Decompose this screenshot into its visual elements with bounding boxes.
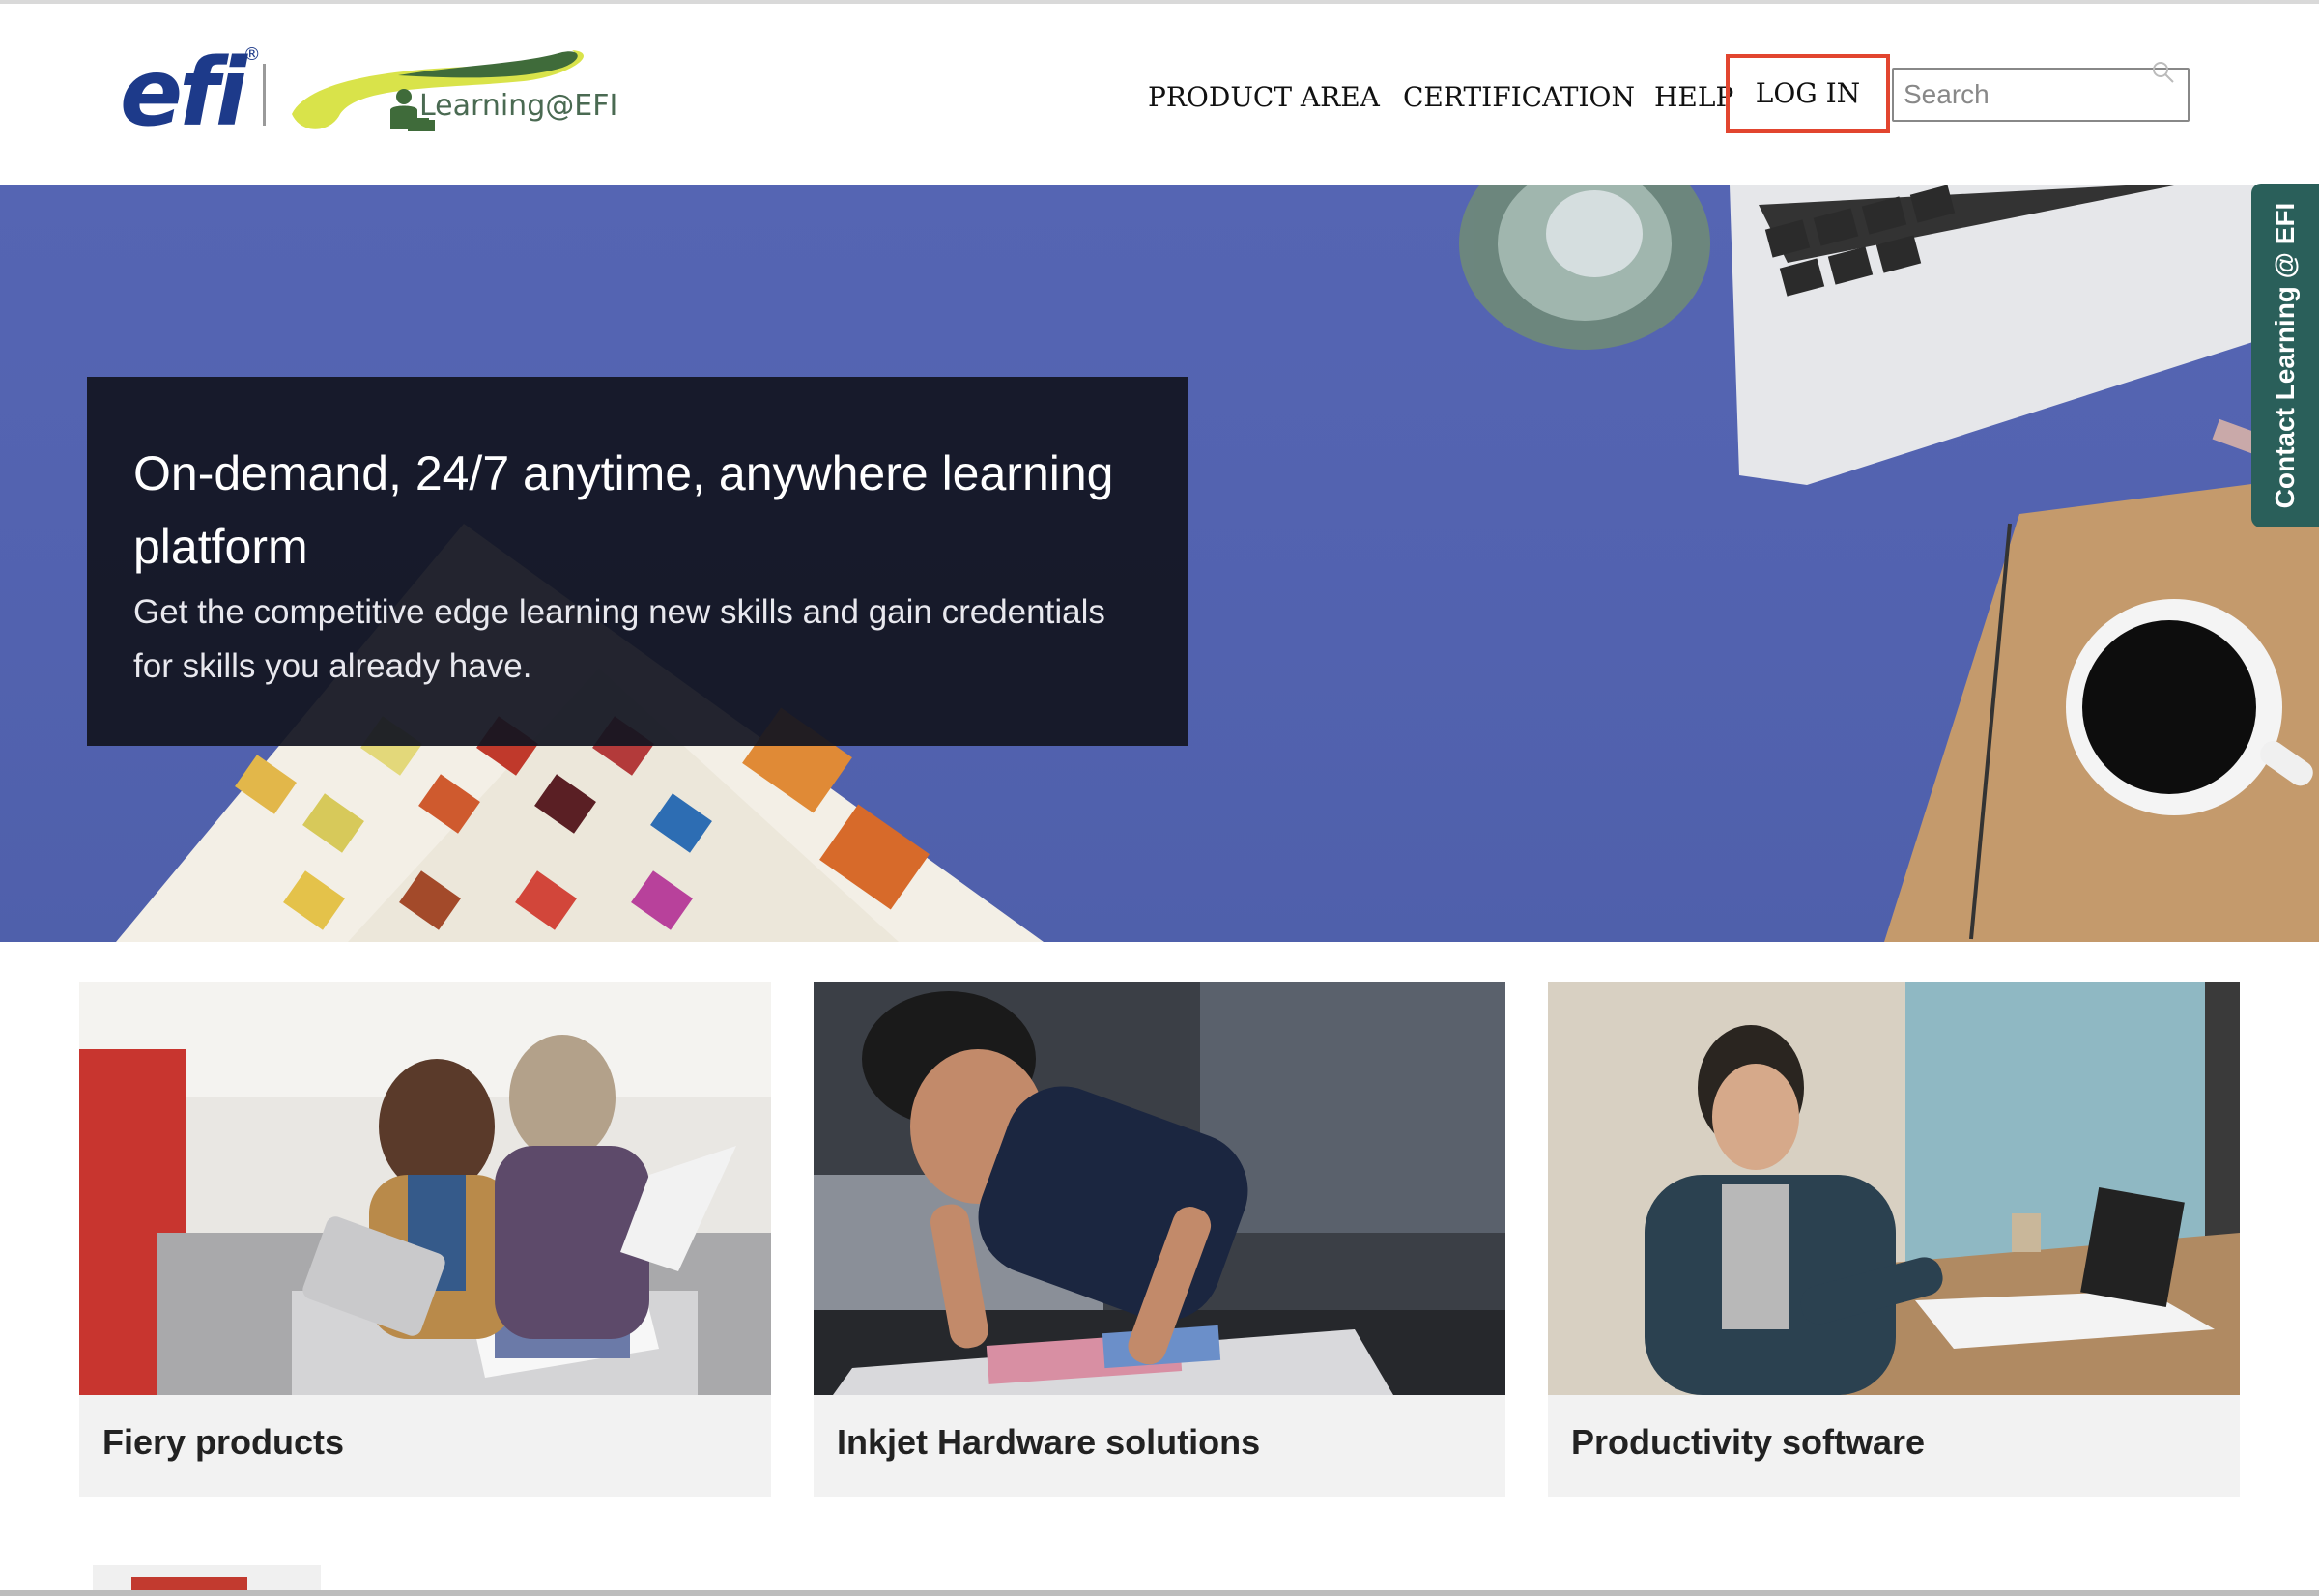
card-title-fiery: Fiery products xyxy=(102,1422,345,1462)
hero-subtitle: Get the competitive edge learning new sk… xyxy=(133,593,1105,685)
hero-banner: On-demand, 24/7 anytime, anywhere learni… xyxy=(0,185,2319,942)
card-title-productivity: Productivity software xyxy=(1571,1422,1926,1462)
nav-help[interactable]: HELP xyxy=(1654,73,1733,122)
card-image-inkjet xyxy=(814,982,1505,1395)
card-image-fiery xyxy=(79,982,771,1395)
bottom-border xyxy=(0,1590,2319,1596)
card-productivity-software[interactable]: Productivity software xyxy=(1548,982,2240,1497)
card-inkjet-hardware[interactable]: Inkjet Hardware solutions xyxy=(814,982,1505,1497)
search-icon[interactable] xyxy=(2151,60,2176,85)
contact-learning-tab[interactable]: Contact Learning @ EFI xyxy=(2251,184,2319,527)
page: efi® Learning@EFI PRODUCT AREA CERTIFICA… xyxy=(0,0,2319,1596)
nav-product-area[interactable]: PRODUCT AREA xyxy=(1148,73,1380,122)
site-header: efi® Learning@EFI PRODUCT AREA CERTIFICA… xyxy=(0,4,2319,185)
card-image-productivity xyxy=(1548,982,2240,1395)
nav-certification[interactable]: CERTIFICATION xyxy=(1403,73,1635,122)
registered-mark: ® xyxy=(243,44,261,65)
card-title-inkjet: Inkjet Hardware solutions xyxy=(837,1422,1261,1462)
hero-title: On-demand, 24/7 anytime, anywhere learni… xyxy=(133,446,1114,574)
contact-tab-label: Contact Learning @ EFI xyxy=(2270,202,2300,509)
card-fiery-products[interactable]: Fiery products xyxy=(79,982,771,1497)
search-input[interactable] xyxy=(1892,68,2190,122)
hero-text-panel: On-demand, 24/7 anytime, anywhere learni… xyxy=(87,377,1188,746)
login-button[interactable]: LOG IN xyxy=(1726,54,1890,133)
